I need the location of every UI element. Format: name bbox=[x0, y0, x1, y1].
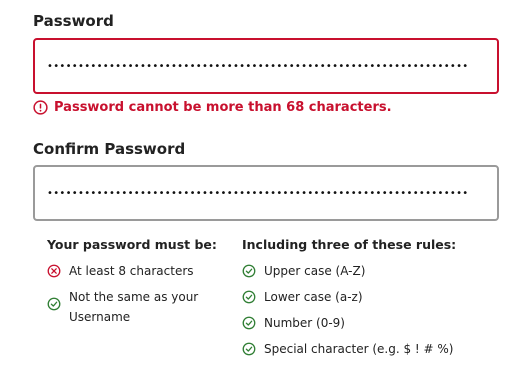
rule-item-lowercase: Lower case (a-z) bbox=[242, 287, 502, 307]
must-be-title: Your password must be: bbox=[47, 237, 217, 252]
rule-text: Upper case (A-Z) bbox=[264, 264, 366, 278]
x-circle-icon bbox=[47, 264, 61, 278]
rule-text: Lower case (a-z) bbox=[264, 290, 363, 304]
rule-item-number: Number (0-9) bbox=[242, 313, 502, 333]
rule-item-not-username: Not the same as your Username bbox=[47, 287, 232, 327]
alert-circle-icon bbox=[33, 100, 48, 115]
password-label: Password bbox=[33, 12, 114, 30]
password-error-text: Password cannot be more than 68 characte… bbox=[54, 100, 392, 115]
check-circle-icon bbox=[242, 342, 256, 356]
check-circle-icon bbox=[242, 316, 256, 330]
rule-text: Number (0-9) bbox=[264, 316, 345, 330]
rule-item-uppercase: Upper case (A-Z) bbox=[242, 261, 502, 281]
password-masked-value: ••••••••••••••••••••••••••••••••••••••••… bbox=[47, 60, 469, 72]
confirm-password-label: Confirm Password bbox=[33, 140, 186, 158]
check-circle-icon bbox=[47, 297, 61, 311]
password-input[interactable]: ••••••••••••••••••••••••••••••••••••••••… bbox=[33, 38, 499, 94]
rule-text: At least 8 characters bbox=[69, 264, 194, 278]
rule-item-min-length: At least 8 characters bbox=[47, 261, 232, 281]
check-circle-icon bbox=[242, 264, 256, 278]
three-rules-list: Including three of these rules: Upper ca… bbox=[242, 237, 502, 365]
confirm-password-masked-value: ••••••••••••••••••••••••••••••••••••••••… bbox=[47, 187, 469, 199]
rule-text: Special character (e.g. $ ! # %) bbox=[264, 342, 454, 356]
three-rules-title: Including three of these rules: bbox=[242, 237, 457, 252]
password-error-message: Password cannot be more than 68 characte… bbox=[33, 100, 392, 115]
rule-item-special-char: Special character (e.g. $ ! # %) bbox=[242, 339, 502, 359]
password-must-be-list: Your password must be: At least 8 charac… bbox=[47, 237, 232, 333]
check-circle-icon bbox=[242, 290, 256, 304]
confirm-password-input[interactable]: ••••••••••••••••••••••••••••••••••••••••… bbox=[33, 165, 499, 221]
rule-text: Not the same as your Username bbox=[69, 290, 199, 324]
